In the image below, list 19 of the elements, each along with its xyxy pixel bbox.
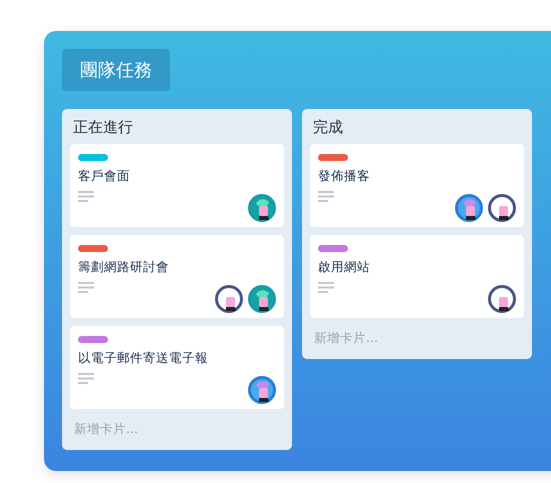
card-title: 客戶會面 [78, 168, 131, 185]
avatar-icon[interactable] [488, 285, 516, 313]
card-title: 以電子郵件寄送電子報 [78, 350, 209, 367]
list-title: 完成 [312, 117, 344, 138]
task-card[interactable]: 發佈播客 [310, 144, 524, 227]
avatar-icon[interactable] [248, 194, 276, 222]
avatar-icon[interactable] [455, 194, 483, 222]
card-title: 發佈播客 [318, 168, 371, 185]
card-title: 籌劃網路研討會 [78, 259, 170, 276]
list-title: 正在進行 [72, 117, 134, 138]
task-card[interactable]: 客戶會面 [70, 144, 284, 227]
card-title: 啟用網站 [318, 259, 371, 276]
task-card[interactable]: 以電子郵件寄送電子報 [70, 326, 284, 409]
avatar-icon[interactable] [215, 285, 243, 313]
task-card[interactable]: 啟用網站 [310, 235, 524, 318]
task-card[interactable]: 籌劃網路研討會 [70, 235, 284, 318]
avatar-icon[interactable] [248, 285, 276, 313]
avatar-icon[interactable] [248, 376, 276, 404]
avatar-icon[interactable] [488, 194, 516, 222]
